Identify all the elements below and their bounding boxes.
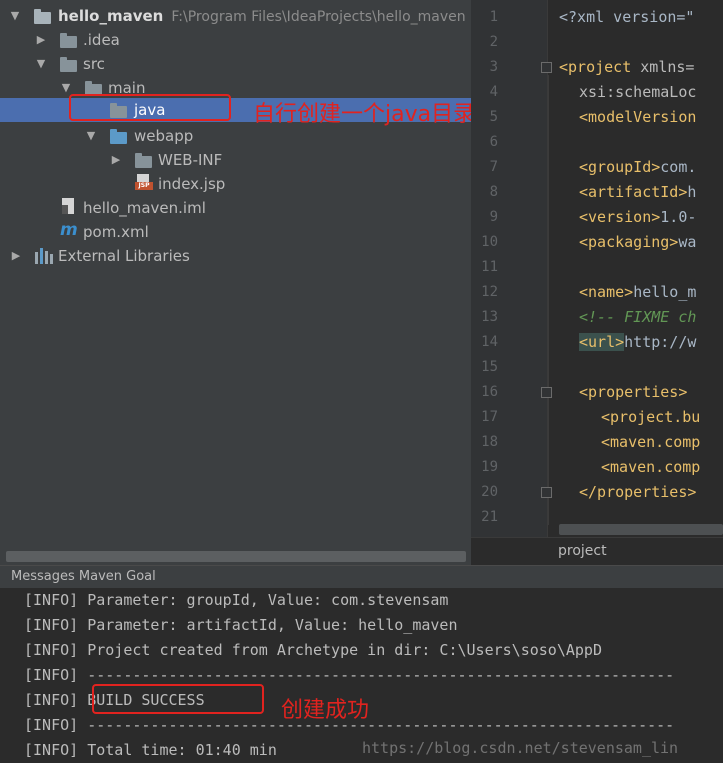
line-number: 21 xyxy=(481,509,498,525)
folder-icon xyxy=(60,32,77,48)
fold-marker-icon[interactable] xyxy=(541,487,552,498)
build-success-annotation-box xyxy=(92,684,264,714)
expand-arrow-icon[interactable]: ▼ xyxy=(8,4,22,28)
code-line-13: <!-- FIXME ch xyxy=(579,308,697,326)
code-line-7: <groupId>com. xyxy=(579,158,697,176)
collapse-arrow-icon[interactable]: ▶ xyxy=(109,148,123,172)
line-number: 19 xyxy=(481,459,498,475)
code-line-16: <properties> xyxy=(579,383,688,401)
build-annotation-text: 创建成功 xyxy=(281,698,370,723)
line-number: 13 xyxy=(481,309,498,325)
line-number: 4 xyxy=(489,84,498,100)
line-number: 18 xyxy=(481,434,498,450)
tree-item-web-inf[interactable]: ▶ WEB-INF xyxy=(0,148,471,172)
line-number: 2 xyxy=(489,34,498,50)
line-number: 9 xyxy=(489,209,498,225)
horizontal-scrollbar[interactable] xyxy=(6,551,466,562)
jsp-file-icon: JSP xyxy=(135,174,153,192)
folder-icon xyxy=(135,152,152,168)
tree-item-pom[interactable]: m pom.xml xyxy=(0,220,471,244)
line-number: 6 xyxy=(489,134,498,150)
code-line-8: <artifactId>h xyxy=(579,183,697,201)
line-number: 10 xyxy=(481,234,498,250)
libraries-icon xyxy=(35,248,53,264)
tree-item-idea[interactable]: ▶ .idea xyxy=(0,28,471,52)
log-line: [INFO] Parameter: groupId, Value: com.st… xyxy=(24,591,449,609)
tree-item-external-libraries[interactable]: ▶ External Libraries xyxy=(0,244,471,268)
log-line: [INFO] Project created from Archetype in… xyxy=(24,641,602,659)
code-line-14: <url>http://w xyxy=(579,333,697,351)
folder-icon xyxy=(60,56,77,72)
tree-item-label: src xyxy=(83,55,105,73)
log-line: [INFO] Parameter: artifactId, Value: hel… xyxy=(24,616,458,634)
code-line-1: <?xml version=" xyxy=(559,8,695,26)
watermark: https://blog.csdn.net/stevensam_lin xyxy=(362,739,679,757)
editor-horizontal-scrollbar[interactable] xyxy=(559,524,723,535)
project-tree-panel: ▼ hello_maven F:\Program Files\IdeaProjec… xyxy=(0,0,471,565)
tree-item-label: hello_maven.iml xyxy=(83,199,206,217)
fold-marker-icon[interactable] xyxy=(541,387,552,398)
line-number: 7 xyxy=(489,159,498,175)
line-number: 17 xyxy=(481,409,498,425)
line-number: 5 xyxy=(489,109,498,125)
line-number: 14 xyxy=(481,334,498,350)
project-path: F:\Program Files\IdeaProjects\hello_mave… xyxy=(171,9,466,25)
line-number: 11 xyxy=(481,259,498,275)
maven-icon: m xyxy=(60,220,78,240)
line-number: 12 xyxy=(481,284,498,300)
tree-item-iml[interactable]: hello_maven.iml xyxy=(0,196,471,220)
messages-panel-title: Messages Maven Goal xyxy=(0,566,723,588)
tree-item-src[interactable]: ▼ src xyxy=(0,52,471,76)
tree-item-index-jsp[interactable]: JSP index.jsp xyxy=(0,172,471,196)
java-annotation-text: 自行创建一个java目录 xyxy=(253,102,471,127)
line-number-gutter: 1 2 3 4 5 6 7 8 9 10 11 12 13 14 15 16 17 18 19 20 21 xyxy=(471,0,548,537)
tree-item-label: webapp xyxy=(134,127,194,145)
tree-item-hello-maven[interactable]: ▼ hello_maven F:\Program Files\IdeaProjec… xyxy=(0,4,471,28)
tree-item-label: pom.xml xyxy=(83,223,149,241)
collapse-arrow-icon[interactable]: ▶ xyxy=(9,244,23,268)
line-number: 15 xyxy=(481,359,498,375)
code-line-12: <name>hello_m xyxy=(579,283,697,301)
messages-panel: Messages Maven Goal [INFO] Parameter: gr… xyxy=(0,565,723,759)
code-line-19: <maven.comp xyxy=(601,458,701,476)
breadcrumb-item[interactable]: project xyxy=(558,543,607,559)
iml-file-icon xyxy=(60,198,77,216)
expand-arrow-icon[interactable]: ▼ xyxy=(34,52,48,76)
editor-breadcrumb: project xyxy=(471,537,723,565)
line-number: 20 xyxy=(481,484,498,500)
line-number: 16 xyxy=(481,384,498,400)
code-line-10: <packaging>wa xyxy=(579,233,697,251)
code-line-9: <version>1.0- xyxy=(579,208,697,226)
web-folder-icon xyxy=(110,128,127,144)
tree-item-label: External Libraries xyxy=(58,247,190,265)
line-number: 8 xyxy=(489,184,498,200)
tree-item-label: WEB-INF xyxy=(158,151,223,169)
tree-item-label: index.jsp xyxy=(158,175,226,193)
line-number: 3 xyxy=(489,59,498,75)
code-line-5: <modelVersion xyxy=(579,108,697,126)
tree-item-label: .idea xyxy=(83,31,120,49)
fold-marker-icon[interactable] xyxy=(541,62,552,73)
expand-arrow-icon[interactable]: ▼ xyxy=(84,124,98,148)
collapse-arrow-icon[interactable]: ▶ xyxy=(34,28,48,52)
code-line-18: <maven.comp xyxy=(601,433,701,451)
code-line-17: <project.bu xyxy=(601,408,701,426)
code-line-3: <project xmlns= xyxy=(559,58,695,76)
tree-item-label: hello_maven xyxy=(58,7,164,25)
code-line-20: </properties> xyxy=(579,483,697,501)
code-line-4: xsi:schemaLoc xyxy=(579,83,697,101)
java-annotation-box xyxy=(69,94,231,121)
code-editor[interactable]: 1 2 3 4 5 6 7 8 9 10 11 12 13 14 15 16 17 18 19 20 21 <?xml … xyxy=(471,0,723,565)
module-folder-icon xyxy=(34,8,51,24)
line-number: 1 xyxy=(489,9,498,25)
